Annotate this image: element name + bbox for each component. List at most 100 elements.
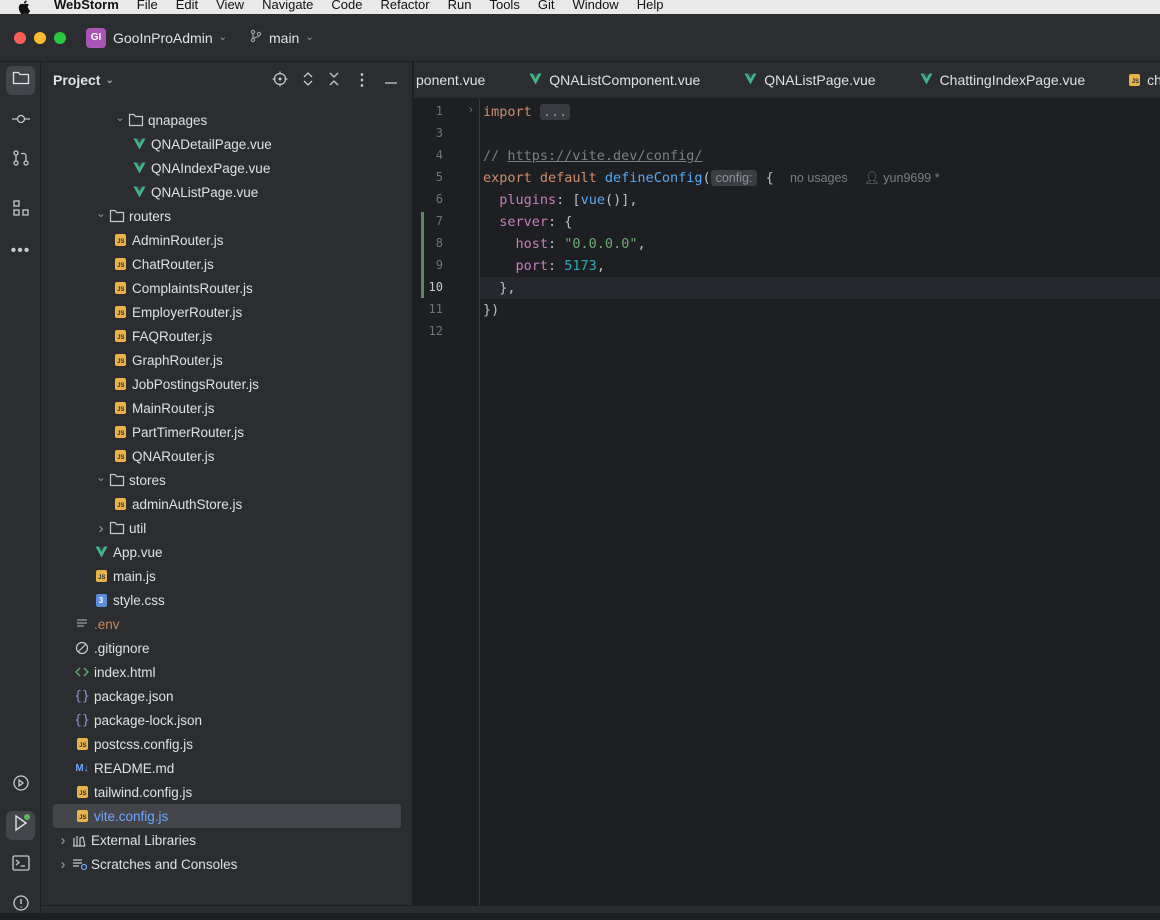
js-file-icon: JS (74, 808, 90, 824)
tree-file[interactable]: JS ChatRouter.js (41, 252, 413, 276)
tree-folder[interactable]: ⌄ qnapages (41, 108, 413, 132)
vcs-change-marker[interactable] (421, 212, 424, 298)
menu-refactor[interactable]: Refactor (371, 0, 438, 12)
keyword: export default (483, 170, 605, 186)
tree-file[interactable]: JS PartTimerRouter.js (41, 420, 413, 444)
tree-folder[interactable]: ⌄ stores (41, 468, 413, 492)
chevron-down-icon[interactable]: ⌄ (112, 111, 128, 124)
more-tools-button[interactable]: ••• (6, 236, 35, 265)
tree-file[interactable]: index.html (41, 660, 413, 684)
tree-file[interactable]: JS adminAuthStore.js (41, 492, 413, 516)
line-number: 11 (428, 302, 443, 316)
minimize-window-button[interactable] (34, 31, 46, 44)
tree-file[interactable]: .gitignore (41, 636, 413, 660)
menu-window[interactable]: Window (563, 0, 627, 12)
menu-navigate[interactable]: Navigate (253, 0, 322, 12)
tree-file[interactable]: JS AdminRouter.js (41, 228, 413, 252)
editor-tab[interactable]: QNAListPage.vue (744, 72, 876, 88)
pull-requests-tool-button[interactable] (6, 146, 35, 175)
services-icon (12, 774, 30, 797)
project-tool-button[interactable] (6, 66, 35, 95)
tree-file[interactable]: QNADetailPage.vue (41, 132, 413, 156)
author-inlay[interactable]: 👤︎ yun9699 * (864, 171, 940, 185)
chevron-right-icon[interactable]: › (93, 520, 109, 537)
tree-file[interactable]: JS ComplaintsRouter.js (41, 276, 413, 300)
close-window-button[interactable] (14, 31, 26, 44)
comment-link[interactable]: https://vite.dev/config/ (507, 148, 702, 164)
services-tool-button[interactable] (6, 771, 35, 800)
editor-tab[interactable]: ponent.vue (416, 72, 485, 88)
tree-file[interactable]: QNAListPage.vue (41, 180, 413, 204)
problems-tool-button[interactable] (6, 891, 35, 920)
apple-icon[interactable] (0, 0, 46, 14)
branch-selector[interactable]: main ⌄ (249, 29, 314, 46)
maximize-window-button[interactable] (54, 31, 66, 44)
usages-inlay[interactable]: no usages (790, 171, 848, 185)
tree-item-label: routers (129, 208, 172, 224)
run-tool-button[interactable] (6, 811, 35, 840)
tree-item-label: .gitignore (94, 640, 150, 656)
tree-item-label: FAQRouter.js (132, 328, 213, 344)
tree-item-label: main.js (113, 568, 156, 584)
tree-file[interactable]: 3 style.css (41, 588, 413, 612)
commit-tool-button[interactable] (6, 106, 35, 135)
editor-tab[interactable]: QNAListComponent.vue (529, 72, 700, 88)
tree-file[interactable]: {} package.json (41, 684, 413, 708)
code-editor[interactable]: 1 › 3 4 5 6 7 8 9 10 11 12 import ... //… (414, 99, 1160, 905)
tree-item-label: vite.config.js (94, 808, 169, 824)
branch-name: main (269, 29, 300, 46)
line-number: 1 (435, 104, 443, 118)
menu-edit[interactable]: Edit (167, 0, 207, 12)
tree-file[interactable]: JS postcss.config.js (41, 732, 413, 756)
fold-arrow-icon[interactable]: › (469, 104, 473, 116)
menu-git[interactable]: Git (529, 0, 564, 12)
menu-code[interactable]: Code (322, 0, 371, 12)
menu-run[interactable]: Run (439, 0, 481, 12)
tree-folder[interactable]: ⌄ routers (41, 204, 413, 228)
js-file-icon: JS (112, 256, 128, 272)
author-name: yun9699 * (883, 171, 940, 185)
folded-imports[interactable]: ... (539, 104, 571, 120)
project-selector[interactable]: GooInProAdmin ⌄ (113, 30, 227, 46)
tree-file[interactable]: App.vue (41, 540, 413, 564)
tree-file[interactable]: JS vite.config.js (53, 804, 401, 828)
tree-file[interactable]: JS JobPostingsRouter.js (41, 372, 413, 396)
chevron-right-icon[interactable]: › (55, 832, 71, 849)
menu-help[interactable]: Help (628, 0, 673, 12)
tree-file[interactable]: JS GraphRouter.js (41, 348, 413, 372)
vue-file-icon (131, 184, 147, 200)
vue-file-icon (131, 136, 147, 152)
tree-file[interactable]: .env (41, 612, 413, 636)
chevron-down-icon[interactable]: ⌄ (93, 471, 109, 484)
tree-file[interactable]: QNAIndexPage.vue (41, 156, 413, 180)
commit-icon (11, 112, 31, 130)
status-bar (41, 905, 1160, 913)
editor-tab[interactable]: JS chatA (1129, 72, 1160, 88)
terminal-tool-button[interactable] (6, 851, 35, 880)
window-controls (14, 31, 66, 44)
menu-file[interactable]: File (128, 0, 167, 12)
menu-view[interactable]: View (207, 0, 253, 12)
tree-folder[interactable]: › util (41, 516, 413, 540)
menu-tools[interactable]: Tools (480, 0, 528, 12)
js-file-icon: JS (112, 448, 128, 464)
js-file-icon: JS (112, 496, 128, 512)
structure-tool-button[interactable] (6, 196, 35, 225)
tree-file[interactable]: JS tailwind.config.js (41, 780, 413, 804)
tree-file[interactable]: JS FAQRouter.js (41, 324, 413, 348)
tree-file[interactable]: JS main.js (41, 564, 413, 588)
css-file-icon: 3 (93, 592, 109, 608)
editor-tab[interactable]: ChattingIndexPage.vue (920, 72, 1085, 88)
code-line: }) (483, 299, 499, 321)
chevron-down-icon[interactable]: ⌄ (93, 207, 109, 220)
chevron-right-icon[interactable]: › (55, 856, 71, 873)
tree-file[interactable]: {} package-lock.json (41, 708, 413, 732)
tree-file[interactable]: M↓ README.md (41, 756, 413, 780)
tree-item-label: stores (129, 472, 166, 488)
tree-file[interactable]: JS EmployerRouter.js (41, 300, 413, 324)
tree-file[interactable]: › External Libraries (41, 828, 413, 852)
tree-file[interactable]: › Scratches and Consoles (41, 852, 413, 876)
tree-file[interactable]: JS MainRouter.js (41, 396, 413, 420)
menu-app-name[interactable]: WebStorm (46, 0, 128, 12)
tree-file[interactable]: JS QNARouter.js (41, 444, 413, 468)
